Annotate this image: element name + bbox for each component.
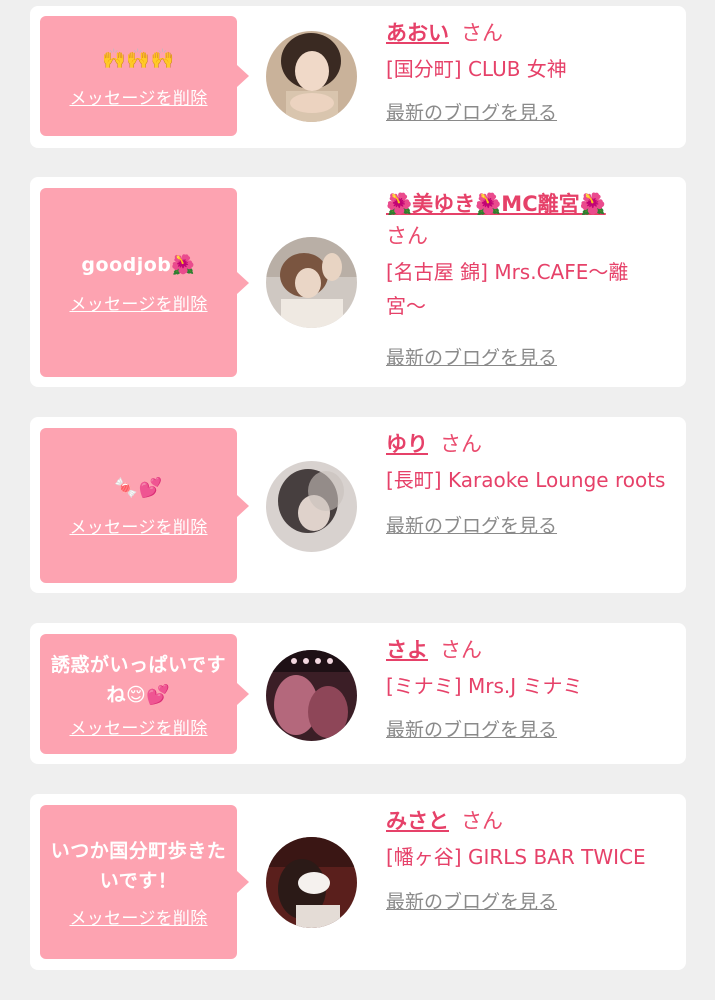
sender-info: ゆり さん [長町] Karaoke Lounge roots 最新のブログを見る xyxy=(386,429,666,540)
honorific: さん xyxy=(386,224,428,248)
message-bubble: goodjob🌺 メッセージを削除 xyxy=(40,188,249,377)
message-text: 誘惑がいっぱいですね😌💕 xyxy=(51,653,226,706)
avatar[interactable] xyxy=(266,461,357,552)
sender-name-link[interactable]: みさと xyxy=(386,809,449,833)
shop-name: [幡ヶ谷] GIRLS BAR TWICE xyxy=(386,845,646,869)
sender-name-link[interactable]: ゆり xyxy=(386,432,428,456)
message-card: 誘惑がいっぱいですね😌💕 メッセージを削除 さよ さん [ミナミ] Mrs.J ミ… xyxy=(30,623,686,764)
shop-name: [ミナミ] Mrs.J ミナミ xyxy=(386,674,583,698)
delete-message-link[interactable]: メッセージを削除 xyxy=(69,290,207,315)
message-card: goodjob🌺 メッセージを削除 🌺美ゆき🌺MC離宮🌺 さん [名古屋 錦] M… xyxy=(30,177,686,387)
avatar-photo xyxy=(266,237,357,328)
message-card: 🍬💕 メッセージを削除 ゆり さん [長町] Karaoke Lounge roo… xyxy=(30,417,686,593)
sender-name-link[interactable]: 🌺美ゆき🌺MC離宮🌺 xyxy=(386,192,606,216)
latest-blog-link[interactable]: 最新のブログを見る xyxy=(386,716,666,744)
message-bubble: いつか国分町歩きたいです！ メッセージを削除 xyxy=(40,805,249,959)
message-card: いつか国分町歩きたいです！ メッセージを削除 みさと さん [幡ヶ谷] GIRLS… xyxy=(30,794,686,970)
latest-blog-link[interactable]: 最新のブログを見る xyxy=(386,888,666,916)
avatar[interactable] xyxy=(266,837,357,928)
latest-blog-link[interactable]: 最新のブログを見る xyxy=(386,512,666,540)
honorific: さん xyxy=(461,21,503,45)
delete-message-link[interactable]: メッセージを削除 xyxy=(69,513,207,538)
honorific: さん xyxy=(440,432,482,456)
latest-blog-link[interactable]: 最新のブログを見る xyxy=(386,344,666,372)
delete-message-link[interactable]: メッセージを削除 xyxy=(69,904,207,929)
honorific: さん xyxy=(461,809,503,833)
message-card: 🙌🙌🙌 メッセージを削除 あおい さん [国分町] CLUB 女神 最新のブログを… xyxy=(30,6,686,148)
sender-info: みさと さん [幡ヶ谷] GIRLS BAR TWICE 最新のブログを見る xyxy=(386,806,666,916)
avatar-photo xyxy=(266,650,357,741)
avatar-photo xyxy=(266,461,357,552)
message-bubble: 誘惑がいっぱいですね😌💕 メッセージを削除 xyxy=(40,634,249,754)
sender-info: あおい さん [国分町] CLUB 女神 最新のブログを見る xyxy=(386,18,666,127)
shop-name: [長町] Karaoke Lounge roots xyxy=(386,468,666,492)
delete-message-link[interactable]: メッセージを削除 xyxy=(69,714,207,739)
sender-info: さよ さん [ミナミ] Mrs.J ミナミ 最新のブログを見る xyxy=(386,635,666,744)
sender-name-link[interactable]: あおい xyxy=(386,21,449,45)
avatar[interactable] xyxy=(266,237,357,328)
message-text: いつか国分町歩きたいです！ xyxy=(50,839,227,892)
sender-name-link[interactable]: さよ xyxy=(386,638,428,662)
latest-blog-link[interactable]: 最新のブログを見る xyxy=(386,99,666,127)
shop-name: [国分町] CLUB 女神 xyxy=(386,57,567,81)
message-bubble: 🍬💕 メッセージを削除 xyxy=(40,428,249,583)
message-text: 🍬💕 xyxy=(114,477,163,499)
honorific: さん xyxy=(440,638,482,662)
avatar[interactable] xyxy=(266,31,357,122)
message-text: goodjob🌺 xyxy=(81,254,196,276)
avatar-photo xyxy=(266,837,357,928)
sender-info: 🌺美ゆき🌺MC離宮🌺 さん [名古屋 錦] Mrs.CAFE〜離宮〜 最新のブログ… xyxy=(386,189,666,372)
message-bubble: 🙌🙌🙌 メッセージを削除 xyxy=(40,16,249,136)
shop-name: [名古屋 錦] Mrs.CAFE〜離宮〜 xyxy=(386,260,629,318)
message-text: 🙌🙌🙌 xyxy=(102,47,175,70)
avatar-photo xyxy=(266,31,357,122)
avatar[interactable] xyxy=(266,650,357,741)
delete-message-link[interactable]: メッセージを削除 xyxy=(69,84,207,109)
